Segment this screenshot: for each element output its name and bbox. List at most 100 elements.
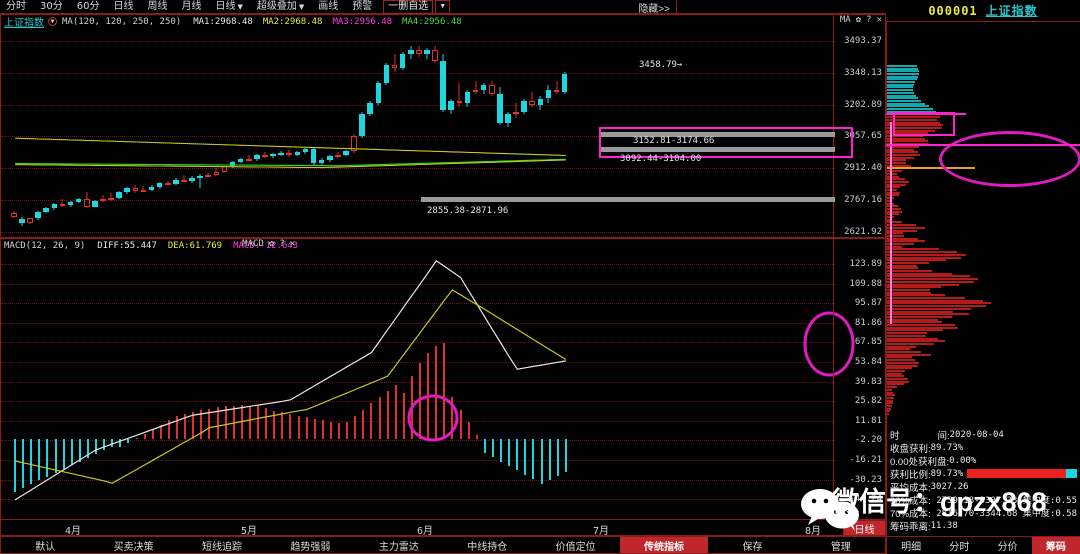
toolbar-item-6[interactable]: 日线▼	[208, 1, 249, 13]
macd-panel-header: MACD(12, 26, 9) DIFF:55.447 DEA:61.769 M…	[1, 239, 298, 252]
indicator-label: MA(120, 120, 250, 250)	[62, 17, 181, 27]
chip-tab-0[interactable]: 明细	[887, 537, 935, 554]
chip-bar	[887, 305, 986, 307]
info-label: 获利比例:	[890, 467, 931, 481]
chip-bar	[887, 86, 913, 88]
bottom-tab-1[interactable]: 买卖决策	[89, 537, 177, 553]
macd-plot-area[interactable]	[1, 252, 835, 519]
chip-bar	[887, 321, 942, 323]
chip-bar	[887, 84, 914, 86]
chip-bar	[887, 278, 978, 280]
bottom-tab-2[interactable]: 短线追踪	[178, 537, 266, 553]
help-icon-macd[interactable]: ?	[279, 239, 284, 249]
chip-bar	[887, 213, 899, 215]
toolbar-item-0[interactable]: 分时	[0, 1, 33, 13]
toolbar-item-4[interactable]: 周线	[140, 1, 174, 13]
toolbar-item-8[interactable]: 画线	[311, 1, 345, 13]
chip-level-line-lower	[886, 144, 1080, 146]
price-axis-tick: 2621.92	[844, 227, 882, 237]
toolbar-item-1[interactable]: 30分	[33, 1, 70, 13]
chevron-down-icon[interactable]: ▼	[299, 3, 304, 11]
chip-bar	[887, 365, 918, 367]
chip-bar	[887, 240, 925, 242]
gear-icon[interactable]: ✿	[856, 15, 861, 25]
chip-bar	[887, 351, 921, 353]
help-icon[interactable]: ?	[866, 15, 871, 25]
chip-bar	[887, 189, 897, 191]
chip-bar	[887, 302, 991, 304]
price-axis-tick: 2912.40	[844, 163, 882, 173]
chip-bar	[887, 259, 946, 261]
chip-bar	[887, 173, 897, 175]
bottom-tab-5[interactable]: 中线持仓	[443, 537, 531, 553]
date-axis: 4月5月6月7月8月	[0, 520, 886, 536]
trading-terminal: 分时30分60分日线周线月线日线▼超级叠加▼画线预警 一删自选 ▼ 隐藏>> 0…	[0, 0, 1080, 554]
chip-bar	[887, 316, 952, 318]
close-icon[interactable]: ✕	[877, 15, 882, 25]
price-panel-symbol-label[interactable]: 上证指数	[1, 14, 48, 29]
macd-axis-tick: 123.89	[849, 259, 882, 269]
bottom-tab-bar: 默认买卖决策短线追踪趋势强弱主力雷达中线持仓价值定位传统指标保存管理	[0, 536, 886, 554]
macd-diff-value: DIFF:55.447	[97, 241, 157, 251]
period-button[interactable]: 日线	[843, 520, 886, 536]
chip-bar	[887, 284, 959, 286]
symbol-header: 000001 上证指数	[886, 0, 1080, 22]
macd-axis-tick: -16.21	[849, 455, 882, 465]
macd-axis-tick: 81.86	[855, 318, 882, 328]
toolbar-item-5[interactable]: 月线	[174, 1, 208, 13]
highlight-circle-cross-1	[409, 396, 457, 440]
info-row-2: 0.00处获利盘:0.00%	[890, 454, 1077, 467]
chevron-down-icon[interactable]: ▼	[237, 3, 242, 11]
macd-axis-tick: -30.23	[849, 475, 882, 485]
bottom-tab-9[interactable]: 管理	[797, 537, 885, 553]
chip-bar	[887, 308, 971, 310]
loss-ratio-fill	[1066, 469, 1077, 478]
symbol-name[interactable]: 上证指数	[986, 2, 1038, 19]
watchlist-dropdown-icon[interactable]: ▼	[435, 0, 450, 14]
chip-bar	[887, 76, 918, 78]
info-value: 11.38	[931, 521, 958, 531]
toolbar-item-3[interactable]: 日线	[106, 1, 140, 13]
info-label: 收盘获利:	[890, 441, 931, 455]
chip-bar	[887, 362, 919, 364]
bottom-tab-0[interactable]: 默认	[1, 537, 89, 553]
bottom-tab-6[interactable]: 价值定位	[531, 537, 619, 553]
macd-axis-tick: 53.84	[855, 357, 882, 367]
bottom-tab-3[interactable]: 趋势强弱	[266, 537, 354, 553]
chip-bar	[887, 257, 961, 259]
collapse-icon[interactable]: ▼	[48, 17, 57, 26]
chip-bar	[887, 370, 905, 372]
close-icon-macd[interactable]: ✕	[290, 239, 295, 249]
chip-bar	[887, 297, 965, 299]
price-indicator-tag: MA	[840, 15, 851, 25]
chip-bar	[887, 176, 899, 178]
chip-tab-2[interactable]: 分价	[984, 537, 1032, 554]
bottom-tab-7[interactable]: 传统指标	[620, 537, 708, 553]
info-row-4: 平均成本:3027.26	[890, 480, 1077, 493]
profit-ratio-fill	[967, 469, 1066, 478]
chip-bar	[887, 65, 917, 67]
chip-bar	[887, 254, 966, 256]
info-value: 89.73%	[931, 469, 964, 479]
chip-bar	[887, 389, 892, 391]
chip-tab-1[interactable]: 分时	[935, 537, 983, 554]
chip-tab-3[interactable]: 筹码	[1032, 537, 1080, 554]
hide-panel-button[interactable]: 隐藏>>	[632, 0, 676, 14]
chip-distribution-panel[interactable]	[886, 22, 1080, 426]
macd-dea-value: DEA:61.769	[168, 241, 222, 251]
toolbar-item-7[interactable]: 超级叠加▼	[250, 1, 311, 13]
chip-bar	[887, 294, 945, 296]
bottom-tab-4[interactable]: 主力雷达	[355, 537, 443, 553]
toolbar-item-9[interactable]: 预警	[345, 1, 379, 13]
chip-bar	[887, 313, 969, 315]
toolbar-item-2[interactable]: 60分	[70, 1, 107, 13]
bottom-tab-8[interactable]: 保存	[708, 537, 796, 553]
price-plot-area[interactable]	[1, 28, 835, 237]
price-annotation: 3092.44-3104.00	[620, 154, 701, 164]
chip-bar	[887, 311, 953, 313]
info-value: 0.00%	[949, 456, 976, 466]
gear-icon-macd[interactable]: ✿	[269, 239, 274, 249]
watchlist-selector[interactable]: 一删自选	[383, 0, 433, 14]
info-row-6: 70%成本:2816.70-3344.68 集中度:0.58	[890, 506, 1077, 519]
chip-highlight-rect	[893, 112, 955, 136]
